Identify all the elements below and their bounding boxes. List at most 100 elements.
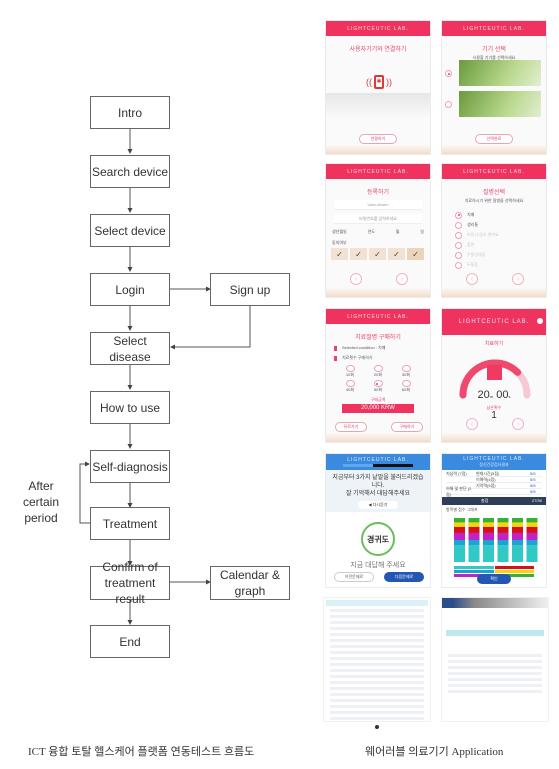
bar-segment [468,526,480,533]
count-option[interactable]: 30회 [392,365,420,378]
pager-dot [375,725,379,729]
device-radio-2[interactable] [445,101,452,108]
selected-condition: Selected condition : 치매 [342,345,386,350]
node-treatment: Treatment [90,507,170,540]
edge-signup-disease [170,306,251,350]
screen-title: 치료절병 구매하기 [355,335,401,341]
result-row: 이해 및 판단 (2점) 5/5 [446,486,542,497]
chart-title: 항목별 점수 그래프 [446,507,478,512]
screen-connect: LIGHTCEUTIC LAB. 사용자기기와 연결하기 ((✱)) 연결하기 [325,20,431,155]
app-header: LIGHTCEUTIC LAB. [326,309,430,324]
app-header: LIGHTCEUTIC LAB. [326,21,430,36]
next-button[interactable]: › [396,273,408,285]
birth-year[interactable]: 연도 [368,229,375,235]
prev-question-button[interactable]: 이전문제로 [334,572,374,582]
option-label: 60회 [401,387,411,392]
next-button[interactable]: › [512,418,524,430]
radio-icon[interactable] [455,221,462,229]
bar-segment [483,545,494,562]
connect-button[interactable]: 연결하기 [359,134,397,144]
settings-icon[interactable] [537,318,543,324]
count-option[interactable]: 60회 [392,380,420,393]
radio-icon [455,251,462,259]
radio-icon[interactable] [373,365,383,372]
radio-icon[interactable] [373,380,383,387]
confirm-button[interactable]: 확인 [477,574,511,584]
check-icon[interactable]: ✓ [388,248,405,260]
device-image-1[interactable] [459,60,541,86]
count-option[interactable]: 10회 [336,365,364,378]
prev-button[interactable]: ‹ [466,273,478,285]
bar-segment [497,522,509,527]
radio-icon[interactable] [345,380,355,387]
check-icon[interactable]: ✓ [369,248,386,260]
bar-segment [468,545,480,562]
count-option[interactable]: 20회 [364,365,392,378]
count-options: 10회 20회 30회 40회 50회 60회 [336,365,420,393]
screen-memory-test: LIGHTCEUTIC LAB. 지금부터 3가지 낱말을 불러드리겠습니다. … [325,453,431,588]
timer-minutes: 20 [477,389,490,401]
disease-option[interactable]: 생리통 [455,220,546,230]
count-option[interactable]: 50회 [364,380,392,393]
radio-icon[interactable] [401,380,411,387]
screen-title: 사용자기기와 연결하기 [349,47,407,53]
price-value: 20,000 KRW [342,404,414,413]
user-id-field[interactable]: User-ahuen [334,200,422,210]
progress-bar [343,464,413,467]
option-label: 10회 [345,372,355,377]
prev-button[interactable]: ‹ [466,418,478,430]
device-radio-1[interactable] [445,70,452,77]
bar-segment [526,518,538,523]
bar-segment [497,545,509,562]
flowchart: Intro Search device Select device Login … [0,0,320,769]
radio-icon [455,231,462,239]
bar-segment [526,522,538,527]
birth-month[interactable]: 월 [396,229,400,235]
disease-option[interactable]: 치매 [455,210,546,220]
screen-device-select: LIGHTCEUTIC LAB. 기기 선택 사용할 기기를 선택하세요 선택완… [441,20,547,155]
next-question-button[interactable]: 다음문제로 [384,572,424,582]
results-table: 지남력 (7점) 현재시간(5점) 5/5 이해력(4점) 5/5 기억력(5점) 5/5 이… [442,470,546,497]
password-field[interactable]: 비밀번호를 입력하세요 [334,214,422,224]
select-done-button[interactable]: 선택완료 [475,134,513,144]
answer-badge: 경귀도 [361,522,395,556]
next-button[interactable]: › [512,273,524,285]
bar-segment [497,540,509,546]
replay-button[interactable]: ◀ 다시듣기 [358,501,398,509]
radio-icon[interactable] [345,365,355,372]
result-score: 5/5 [530,489,536,494]
prev-button[interactable]: ‹ [350,273,362,285]
result-score: 5/5 [530,477,536,482]
bar-segment [454,526,465,533]
count-label: 치료횟수 구매하기 [342,355,373,360]
node-self-diagnosis: Self-diagnosis [90,450,170,483]
bar-segment [468,522,480,527]
radio-icon [455,241,462,249]
bar-segment [512,522,523,527]
option-label: 피로가 많이 쌓여요 [467,232,499,237]
bar-segment [512,526,523,533]
node-login: Login [90,273,170,306]
stop-icon[interactable] [487,365,502,380]
radio-icon[interactable] [455,211,462,219]
count-option[interactable]: 40회 [336,380,364,393]
birth-day[interactable]: 일 [420,229,424,235]
buy-button[interactable]: 구매하기 [391,422,423,432]
total-row: 총점 27/30 [442,497,546,505]
option-label: 치매 [467,212,475,217]
app-header: LIGHTCEUTIC LAB. [442,164,546,179]
node-calendar-graph: Calendar & graph [210,566,290,600]
check-icon[interactable]: ✓ [350,248,367,260]
check-icon[interactable]: ✓ [331,248,348,260]
device-image-2[interactable] [459,91,541,117]
total-label: 총점 [481,498,489,503]
back-button[interactable]: 뒤로가기 [335,422,367,432]
bar-segment [454,518,465,523]
instruction-text: 지금부터 3가지 낱말을 불러드리겠습니다. 잘 기억해서 대답해주세요 [332,475,424,497]
radio-icon[interactable] [401,365,411,372]
check-icon[interactable]: ✓ [407,248,424,260]
timer-seconds: 00 [496,389,509,401]
screen-title: 치료하기 [484,341,504,347]
screen-title: 질병선택 [482,190,506,196]
result-score: 5/5 [530,483,536,488]
